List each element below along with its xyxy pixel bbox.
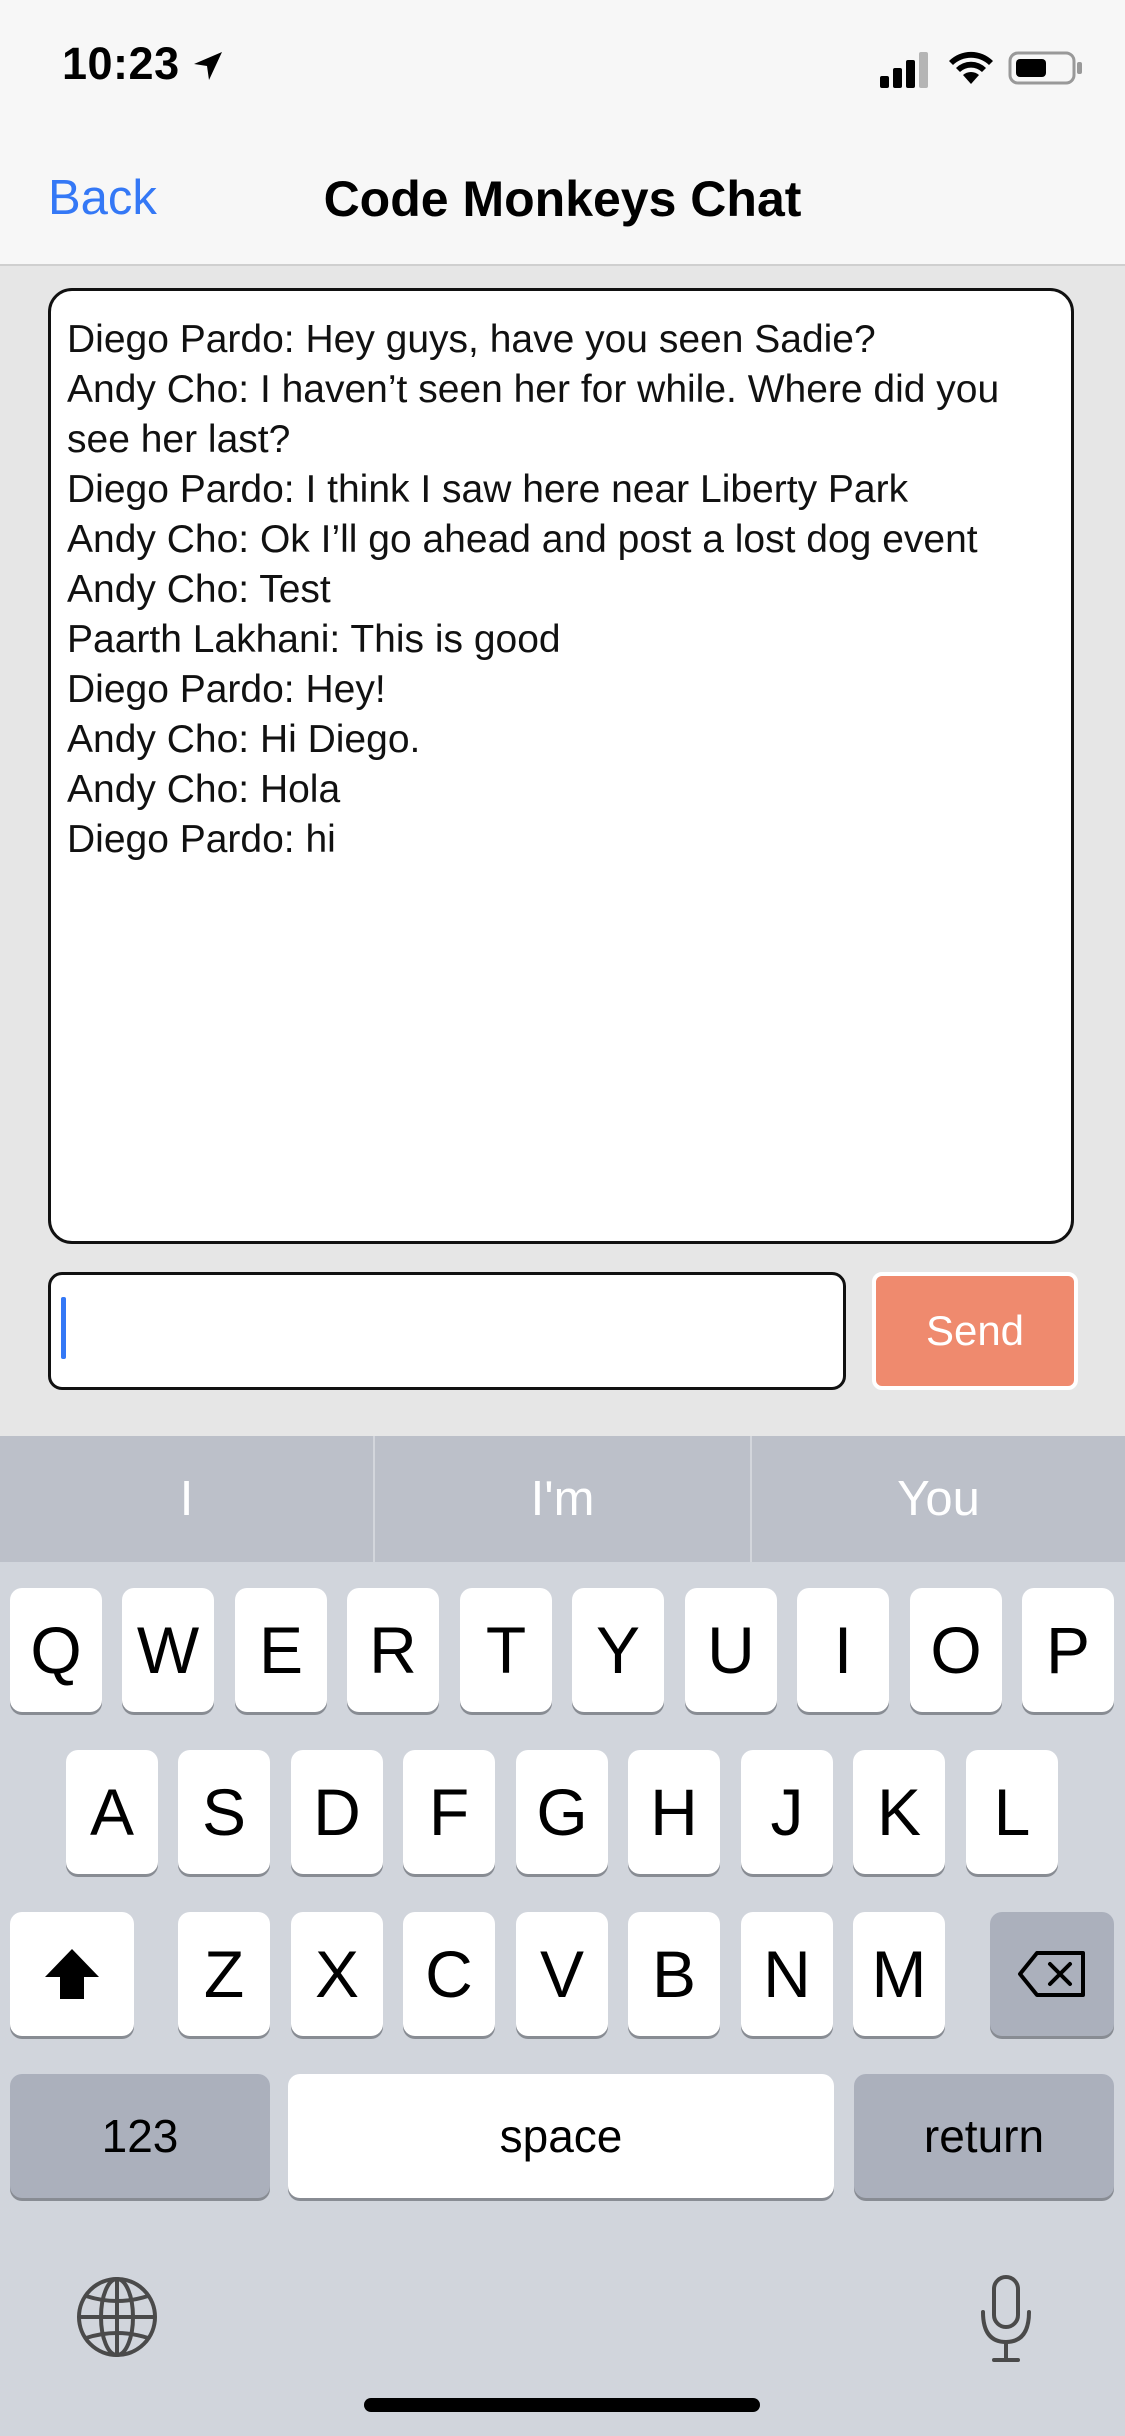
- key-p[interactable]: P: [1022, 1588, 1114, 1712]
- cellular-signal-icon: [880, 52, 928, 88]
- key-w[interactable]: W: [122, 1588, 214, 1712]
- key-z[interactable]: Z: [178, 1912, 270, 2036]
- key-u[interactable]: U: [685, 1588, 777, 1712]
- key-k[interactable]: K: [853, 1750, 945, 1874]
- text-caret: [61, 1297, 66, 1359]
- globe-icon[interactable]: [74, 2274, 160, 2360]
- backspace-icon: [1018, 1951, 1085, 1997]
- wifi-icon: [949, 51, 993, 84]
- key-r[interactable]: R: [347, 1588, 439, 1712]
- status-bar: 10:23: [0, 0, 1125, 140]
- chat-message: Diego Pardo: Hey guys, have you seen Sad…: [67, 318, 876, 361]
- back-button[interactable]: Back: [48, 170, 157, 226]
- key-t[interactable]: T: [460, 1588, 552, 1712]
- chat-log[interactable]: Diego Pardo: Hey guys, have you seen Sad…: [48, 288, 1074, 1244]
- microphone-icon[interactable]: [978, 2274, 1034, 2364]
- key-x[interactable]: X: [291, 1912, 383, 2036]
- chat-message: Diego Pardo: I think I saw here near Lib…: [67, 468, 909, 511]
- message-input[interactable]: [48, 1272, 846, 1390]
- page-title: Code Monkeys Chat: [323, 171, 802, 227]
- battery-icon: [1008, 51, 1082, 85]
- key-a[interactable]: A: [66, 1750, 158, 1874]
- key-g[interactable]: G: [516, 1750, 608, 1874]
- shift-icon: [45, 1949, 99, 1999]
- chat-message: Andy Cho: Test: [67, 568, 331, 611]
- key-q[interactable]: Q: [10, 1588, 102, 1712]
- key-d[interactable]: D: [291, 1750, 383, 1874]
- key-y[interactable]: Y: [572, 1588, 664, 1712]
- send-button[interactable]: Send: [872, 1272, 1078, 1390]
- key-j[interactable]: J: [741, 1750, 833, 1874]
- key-o[interactable]: O: [910, 1588, 1002, 1712]
- key-v[interactable]: V: [516, 1912, 608, 2036]
- key-i[interactable]: I: [797, 1588, 889, 1712]
- chat-message: Andy Cho: Hola: [67, 768, 341, 811]
- suggestion-bar: I I'm You: [0, 1436, 1125, 1562]
- key-n[interactable]: N: [741, 1912, 833, 2036]
- navigation-bar: Code Monkeys Chat Back: [0, 140, 1125, 266]
- suggestion-item[interactable]: You: [752, 1436, 1125, 1562]
- chat-message: Andy Cho: Hi Diego.: [67, 718, 421, 761]
- key-h[interactable]: H: [628, 1750, 720, 1874]
- return-key[interactable]: return: [854, 2074, 1114, 2198]
- key-e[interactable]: E: [235, 1588, 327, 1712]
- chat-message: Diego Pardo: Hey!: [67, 668, 386, 711]
- chat-message: Diego Pardo: hi: [67, 818, 336, 861]
- home-indicator: [364, 2398, 760, 2412]
- key-b[interactable]: B: [628, 1912, 720, 2036]
- key-m[interactable]: M: [853, 1912, 945, 2036]
- status-time: 10:23: [62, 38, 180, 89]
- keyboard: I I'm You Q W E R T Y U I O P A S D F G …: [0, 1436, 1125, 2436]
- location-arrow-icon: [194, 52, 222, 80]
- key-s[interactable]: S: [178, 1750, 270, 1874]
- shift-key[interactable]: [10, 1912, 134, 2036]
- delete-key[interactable]: [990, 1912, 1114, 2036]
- chat-message: Andy Cho: I haven’t seen her for while. …: [67, 368, 1000, 461]
- chat-message: Andy Cho: Ok I’ll go ahead and post a lo…: [67, 518, 978, 561]
- key-f[interactable]: F: [403, 1750, 495, 1874]
- space-key[interactable]: space: [288, 2074, 834, 2198]
- suggestion-item[interactable]: I: [0, 1436, 373, 1562]
- numbers-key[interactable]: 123: [10, 2074, 270, 2198]
- key-l[interactable]: L: [966, 1750, 1058, 1874]
- suggestion-item[interactable]: I'm: [375, 1436, 750, 1562]
- chat-message: Paarth Lakhani: This is good: [67, 618, 561, 661]
- key-c[interactable]: C: [403, 1912, 495, 2036]
